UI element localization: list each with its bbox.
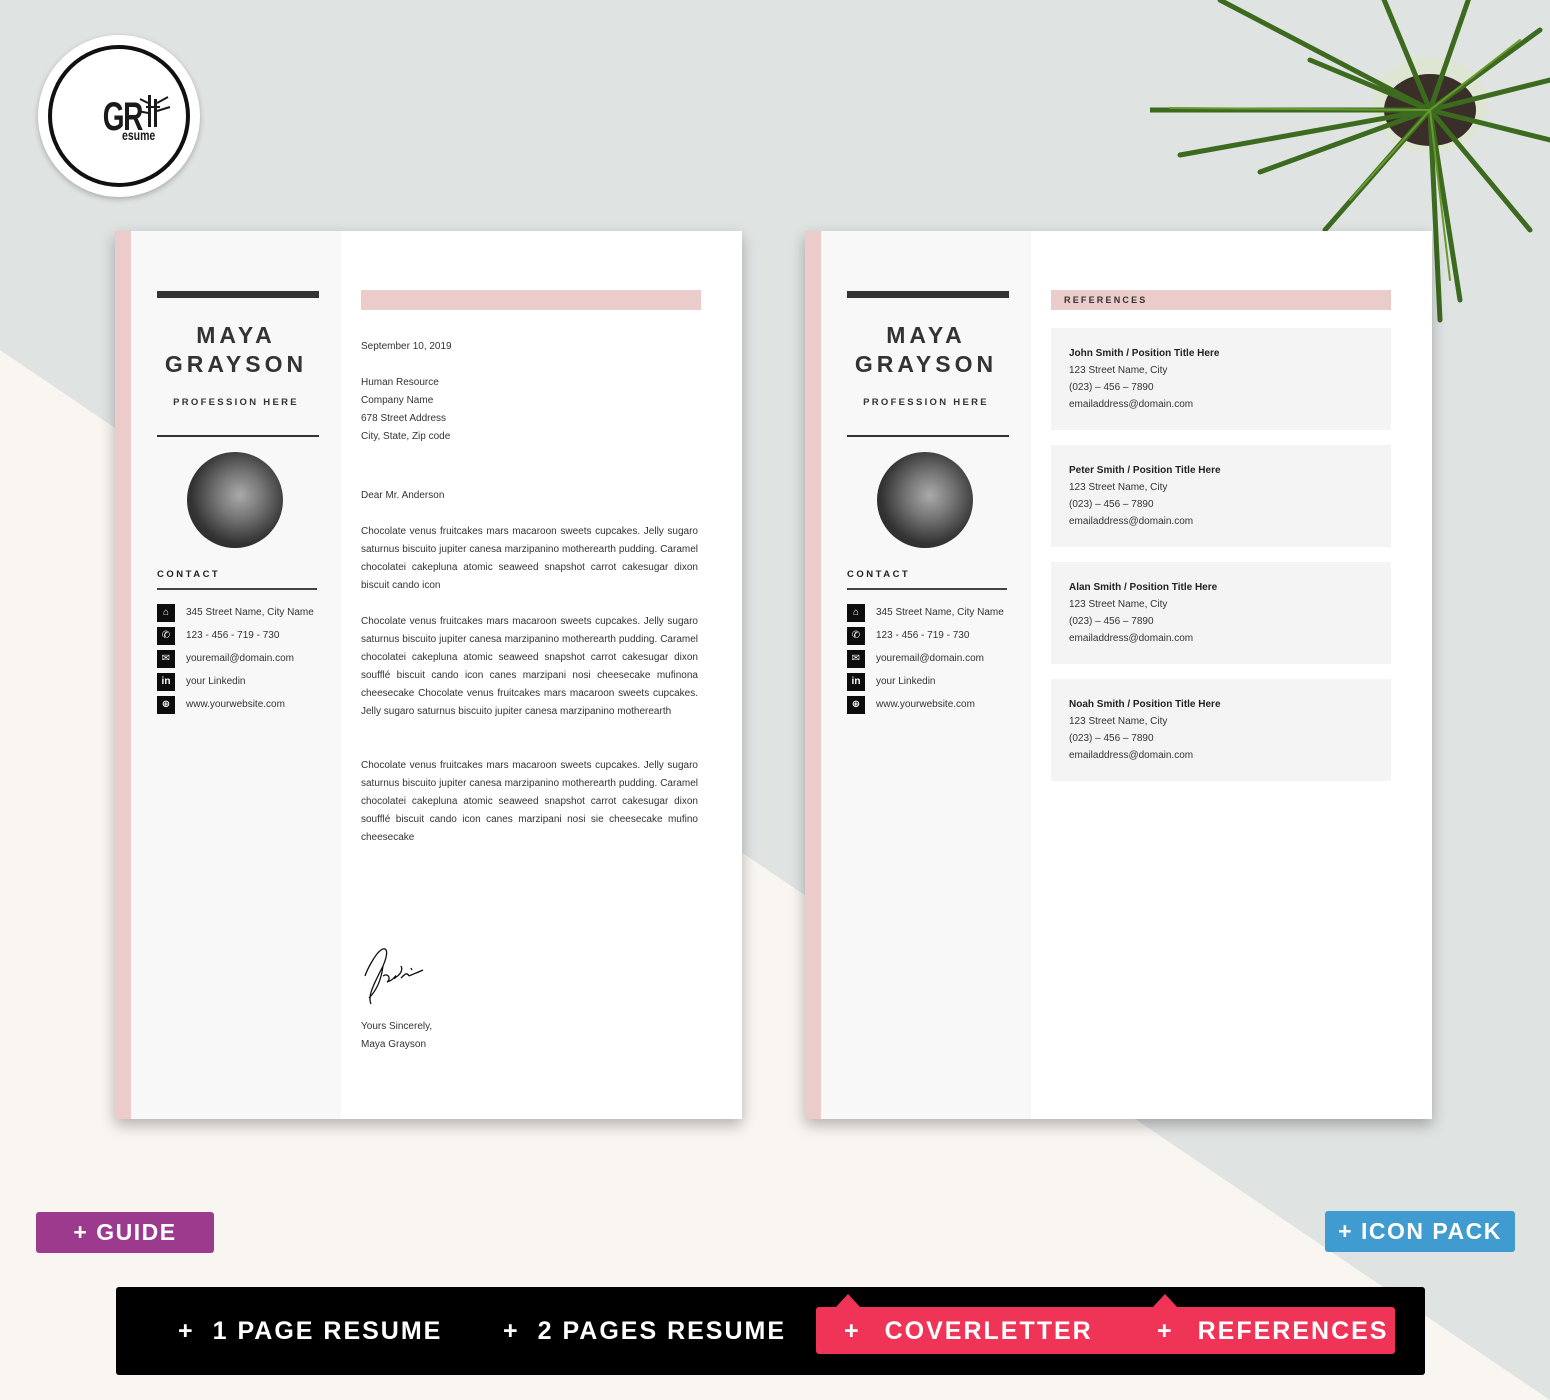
profile-photo xyxy=(187,452,283,548)
feature-coverletter: + COVERLETTER xyxy=(844,1316,1093,1345)
pointer-notch xyxy=(1152,1294,1178,1308)
home-icon: ⌂ xyxy=(847,603,865,622)
features-bar: + 1 PAGE RESUME + 2 PAGES RESUME + COVER… xyxy=(116,1287,1425,1375)
sidebar-top-bar xyxy=(157,291,319,298)
sidebar: MAYA GRAYSON PROFESSION HERE CONTACT ⌂ 3… xyxy=(131,231,341,1119)
contact-item-email: ✉ youremail@domain.com xyxy=(157,647,314,670)
feature-1-page-resume: + 1 PAGE RESUME xyxy=(178,1316,443,1345)
linkedin-icon: in xyxy=(847,672,865,691)
contact-divider xyxy=(847,588,1007,590)
phone-icon: ✆ xyxy=(157,626,175,645)
reference-card: Peter Smith / Position Title Here 123 St… xyxy=(1051,445,1391,547)
letter-date: September 10, 2019 xyxy=(361,341,452,352)
candidate-name: MAYA GRAYSON xyxy=(854,322,998,377)
linkedin-icon: in xyxy=(157,672,175,691)
brand-logo: GR esume xyxy=(38,35,200,197)
plus-icon: + xyxy=(844,1316,861,1345)
letter-closing: Yours Sincerely, Maya Grayson xyxy=(361,1021,433,1050)
bamboo-icon xyxy=(137,95,171,127)
profile-photo xyxy=(877,452,973,548)
letter-paragraph: Chocolate venus fruitcakes mars macaroon… xyxy=(361,526,698,591)
mail-icon: ✉ xyxy=(157,649,175,668)
contact-item-website: ⊕ www.yourwebsite.com xyxy=(847,693,1004,716)
contact-item-phone: ✆ 123 - 456 - 719 - 730 xyxy=(157,624,314,647)
accent-stripe xyxy=(805,231,821,1119)
icon-pack-badge: + ICON PACK xyxy=(1325,1211,1515,1252)
divider xyxy=(847,435,1009,437)
divider xyxy=(157,435,319,437)
recipient-block: Human Resource Company Name 678 Street A… xyxy=(361,377,451,442)
logo-ring: GR esume xyxy=(48,45,190,187)
profession: PROFESSION HERE xyxy=(173,397,299,408)
references-heading: REFERENCES xyxy=(1051,290,1391,310)
mail-icon: ✉ xyxy=(847,649,865,668)
plus-icon: + xyxy=(178,1316,195,1345)
plus-icon: + xyxy=(1157,1316,1174,1345)
pointer-notch xyxy=(835,1294,861,1308)
reference-card: John Smith / Position Title Here 123 Str… xyxy=(1051,328,1391,430)
contact-list: ⌂ 345 Street Name, City Name ✆ 123 - 456… xyxy=(847,601,1004,716)
contact-heading: CONTACT xyxy=(157,569,221,580)
contact-item-email: ✉ youremail@domain.com xyxy=(847,647,1004,670)
letter-paragraph: Chocolate venus fruitcakes mars macaroon… xyxy=(361,616,698,717)
contact-divider xyxy=(157,588,317,590)
candidate-name: MAYA GRAYSON xyxy=(164,322,308,377)
contact-heading: CONTACT xyxy=(847,569,911,580)
signature xyxy=(364,948,424,1005)
feature-2-pages-resume: + 2 PAGES RESUME xyxy=(503,1316,787,1345)
globe-icon: ⊕ xyxy=(847,695,865,714)
guide-badge: + GUIDE xyxy=(36,1212,214,1253)
references-page: MAYA GRAYSON PROFESSION HERE CONTACT ⌂ 3… xyxy=(805,231,1432,1119)
cover-letter-page: MAYA GRAYSON PROFESSION HERE CONTACT ⌂ 3… xyxy=(115,231,742,1119)
accent-stripe xyxy=(115,231,131,1119)
contact-item-phone: ✆ 123 - 456 - 719 - 730 xyxy=(847,624,1004,647)
contact-list: ⌂ 345 Street Name, City Name ✆ 123 - 456… xyxy=(157,601,314,716)
sidebar: MAYA GRAYSON PROFESSION HERE CONTACT ⌂ 3… xyxy=(821,231,1031,1119)
sidebar-top-bar xyxy=(847,291,1009,298)
globe-icon: ⊕ xyxy=(157,695,175,714)
feature-references: + REFERENCES xyxy=(1157,1316,1389,1345)
phone-icon: ✆ xyxy=(847,626,865,645)
reference-card: Noah Smith / Position Title Here 123 Str… xyxy=(1051,679,1391,781)
contact-item-linkedin: in your Linkedin xyxy=(157,670,314,693)
cover-letter-header-bar xyxy=(361,290,701,310)
profession: PROFESSION HERE xyxy=(863,397,989,408)
contact-item-website: ⊕ www.yourwebsite.com xyxy=(157,693,314,716)
contact-item-linkedin: in your Linkedin xyxy=(847,670,1004,693)
letter-paragraph: Chocolate venus fruitcakes mars macaroon… xyxy=(361,760,698,843)
contact-item-address: ⌂ 345 Street Name, City Name xyxy=(157,601,314,624)
letter-greeting: Dear Mr. Anderson xyxy=(361,490,445,501)
home-icon: ⌂ xyxy=(157,603,175,622)
plus-icon: + xyxy=(503,1316,520,1345)
logo-text-sub: esume xyxy=(122,127,156,143)
reference-card: Alan Smith / Position Title Here 123 Str… xyxy=(1051,562,1391,664)
contact-item-address: ⌂ 345 Street Name, City Name xyxy=(847,601,1004,624)
